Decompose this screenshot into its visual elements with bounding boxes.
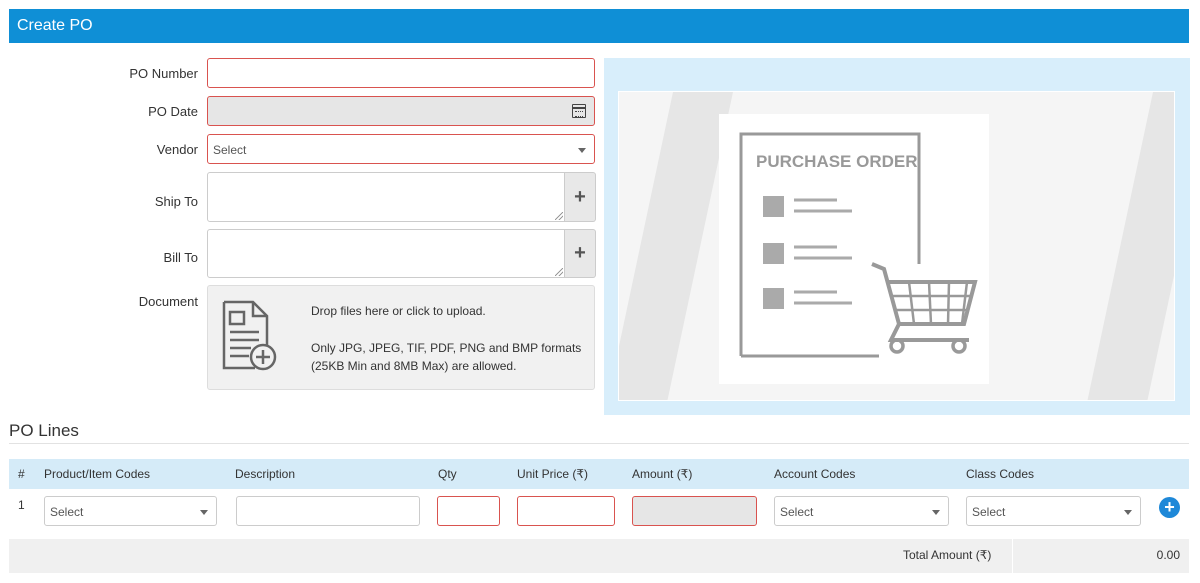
add-line-button[interactable]: + [1159, 497, 1180, 518]
document-dropzone[interactable]: Drop files here or click to upload. Only… [207, 285, 595, 390]
chevron-down-icon [1124, 510, 1132, 515]
class-codes-select-value: Select [972, 505, 1006, 519]
amount-input [632, 496, 757, 526]
decor-stripe [1080, 92, 1174, 400]
po-number-label: PO Number [129, 66, 198, 81]
bill-to-textarea[interactable] [207, 229, 565, 278]
illustration-panel: PURCHASE ORDER [604, 58, 1190, 415]
class-codes-select[interactable]: Select [966, 496, 1141, 526]
bill-to-label: Bill To [163, 250, 198, 265]
resize-handle-icon[interactable] [555, 268, 563, 276]
calendar-icon[interactable] [572, 104, 586, 118]
upload-formats: Only JPG, JPEG, TIF, PDF, PNG and BMP fo… [311, 341, 582, 355]
chevron-down-icon [200, 510, 208, 515]
document-label: Document [138, 294, 198, 309]
column-header: Account Codes [774, 467, 856, 481]
total-amount-label: Total Amount (₹) [903, 548, 992, 562]
po-date-input[interactable] [207, 96, 595, 126]
ship-to-textarea[interactable] [207, 172, 565, 222]
qty-input[interactable] [437, 496, 500, 526]
divider [1012, 539, 1013, 573]
row-number: 1 [18, 498, 25, 512]
divider [9, 443, 1189, 444]
illustration-frame: PURCHASE ORDER [618, 91, 1175, 401]
column-header: Product/Item Codes [44, 467, 151, 481]
po-date-label: PO Date [148, 104, 198, 119]
column-header: Description [235, 467, 296, 481]
section-title: PO Lines [9, 421, 79, 440]
vendor-select[interactable]: Select [207, 134, 595, 164]
column-header: Class Codes [966, 467, 1035, 481]
add-bill-to-button[interactable]: + [565, 229, 596, 278]
account-codes-select-value: Select [780, 505, 814, 519]
purchase-order-card: PURCHASE ORDER [719, 114, 989, 384]
vendor-select-value: Select [213, 143, 247, 157]
add-ship-to-button[interactable]: + [565, 172, 596, 222]
upload-instruction: Drop files here or click to upload. [311, 304, 486, 318]
table-header: # Product/Item Codes Description Qty Uni… [9, 459, 1189, 489]
vendor-label: Vendor [156, 142, 198, 157]
chevron-down-icon [578, 148, 586, 153]
column-header: Amount (₹) [632, 467, 693, 481]
page-title: Create PO [17, 17, 93, 34]
description-input[interactable] [236, 496, 420, 526]
column-header: Qty [438, 467, 457, 481]
purchase-order-heading: PURCHASE ORDER [756, 152, 918, 171]
resize-handle-icon[interactable] [555, 212, 563, 220]
column-header: Unit Price (₹) [517, 467, 588, 481]
file-add-icon [222, 300, 277, 371]
column-header: # [18, 467, 25, 481]
ship-to-label: Ship To [154, 194, 198, 209]
account-codes-select[interactable]: Select [774, 496, 949, 526]
product-item-select-value: Select [50, 505, 84, 519]
upload-size-limits: (25KB Min and 8MB Max) are allowed. [311, 359, 517, 373]
po-number-input[interactable] [207, 58, 595, 88]
unit-price-input[interactable] [517, 496, 615, 526]
product-item-select[interactable]: Select [44, 496, 217, 526]
total-amount-value: 0.00 [1156, 548, 1180, 562]
page-title-bar: Create PO [9, 9, 1189, 43]
chevron-down-icon [932, 510, 940, 515]
